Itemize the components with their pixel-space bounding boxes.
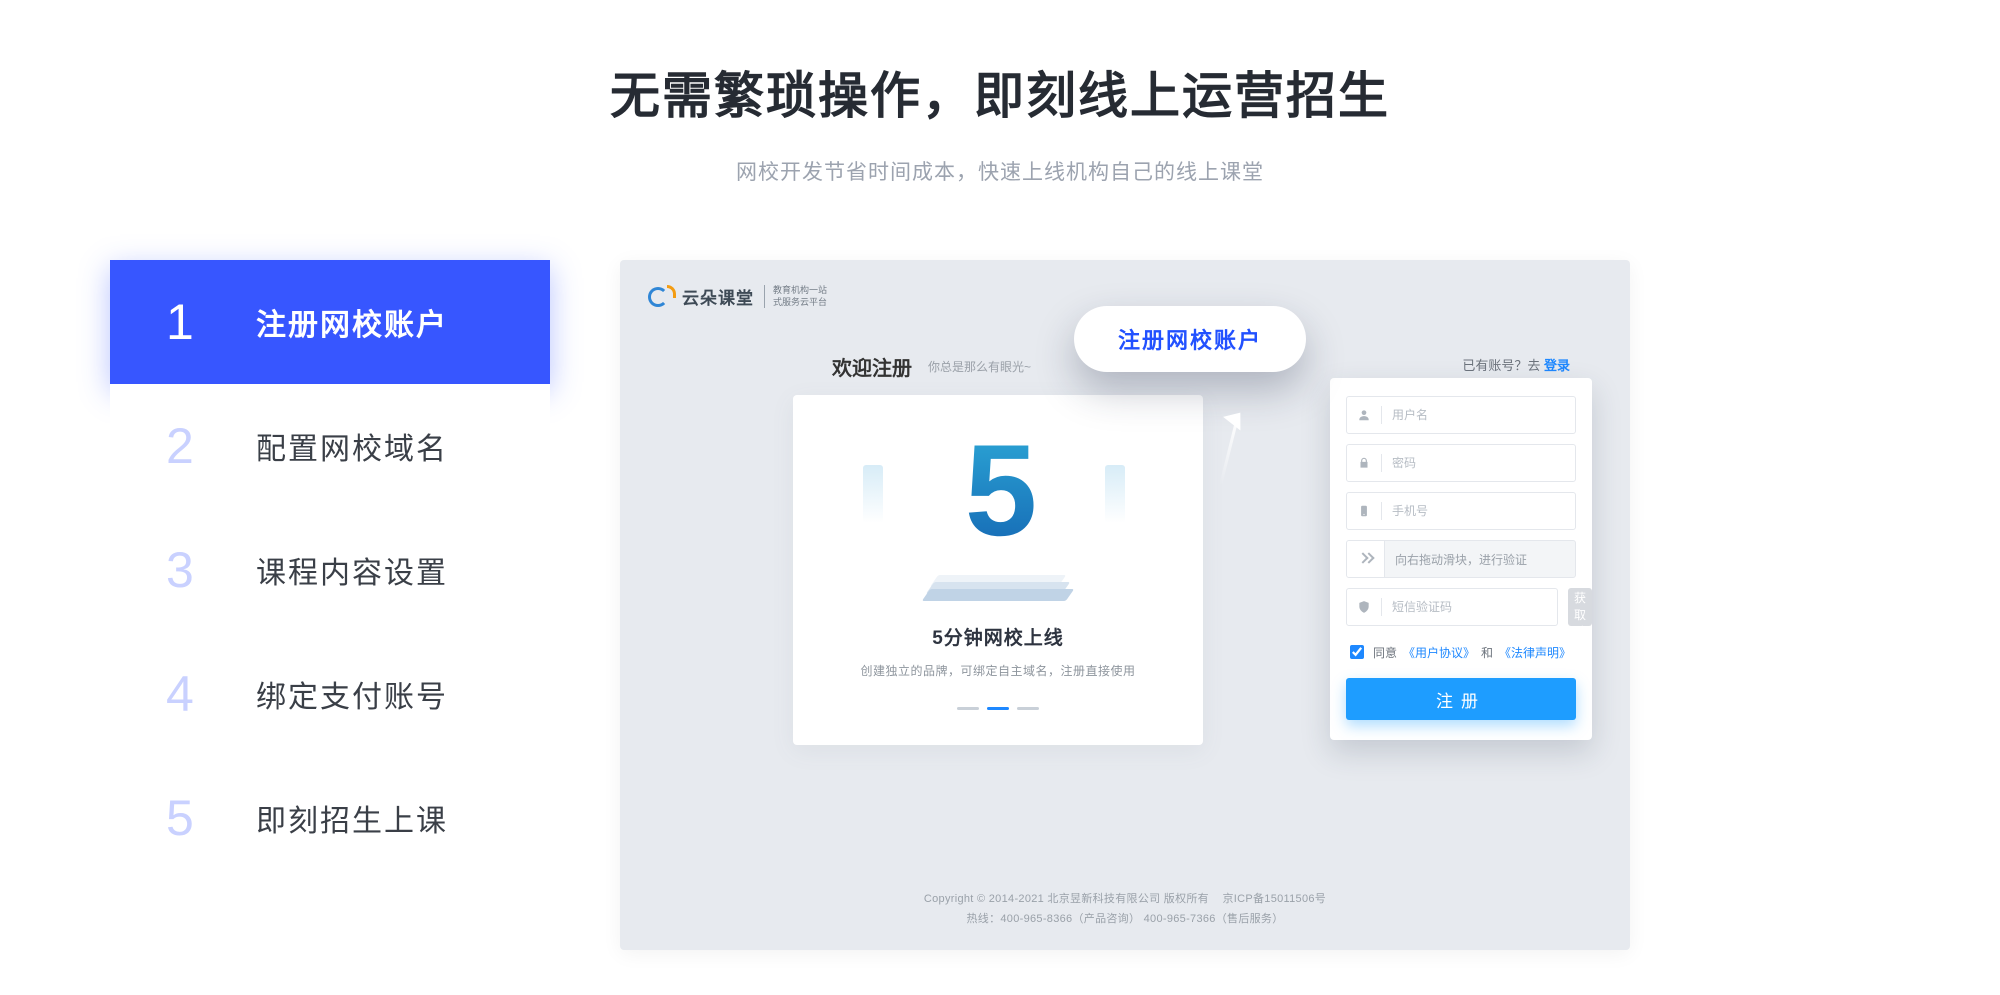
step-number: 1 <box>166 293 256 351</box>
promo-bar-right-icon <box>1105 465 1125 523</box>
logo-icon <box>648 287 676 307</box>
carousel-dots[interactable] <box>957 707 1039 710</box>
password-field-wrap[interactable] <box>1346 444 1576 482</box>
promo-desc: 创建独立的品牌，可绑定自主域名，注册直接使用 <box>860 662 1135 679</box>
promo-card: 5 5分钟网校上线 创建独立的品牌，可绑定自主域名，注册直接使用 <box>793 395 1203 745</box>
welcome-title: 欢迎注册 <box>832 352 912 381</box>
promo-stack-icon <box>928 580 1068 601</box>
step-register-account[interactable]: 1 注册网校账户 <box>110 260 550 384</box>
promo-glyph: 5 <box>923 425 1073 555</box>
step-number: 5 <box>166 789 256 847</box>
step-label: 配置网校域名 <box>256 424 448 468</box>
legal-statement-link[interactable]: 《法律声明》 <box>1499 644 1571 661</box>
user-agreement-link[interactable]: 《用户协议》 <box>1403 644 1475 661</box>
promo-illustration: 5 <box>923 425 1073 593</box>
login-link[interactable]: 登录 <box>1544 358 1570 373</box>
pointer-arrow-icon <box>1201 380 1265 488</box>
sms-field-wrap[interactable] <box>1346 588 1558 626</box>
promo-title: 5分钟网校上线 <box>932 623 1064 650</box>
step-start-enroll[interactable]: 5 即刻招生上课 <box>110 756 550 880</box>
agree-and: 和 <box>1481 644 1493 661</box>
have-account-prefix: 已有账号？去 <box>1462 358 1540 373</box>
step-number: 3 <box>166 541 256 599</box>
step-label: 课程内容设置 <box>256 548 448 592</box>
slider-hint: 向右拖动滑块，进行验证 <box>1385 551 1575 568</box>
promo-bar-left-icon <box>863 465 883 523</box>
step-label: 注册网校账户 <box>256 300 448 344</box>
agree-checkbox[interactable] <box>1350 645 1364 659</box>
page-title: 无需繁琐操作，即刻线上运营招生 <box>0 0 2000 128</box>
username-field-wrap[interactable] <box>1346 396 1576 434</box>
register-button[interactable]: 注册 <box>1346 678 1576 720</box>
phone-icon <box>1355 502 1373 520</box>
logo-subtitle: 教育机构一站 式服务云平台 <box>764 285 827 308</box>
agree-prefix: 同意 <box>1373 644 1397 661</box>
logo-text: 云朵课堂 <box>682 284 754 309</box>
username-input[interactable] <box>1390 407 1567 423</box>
step-configure-domain[interactable]: 2 配置网校域名 <box>110 384 550 508</box>
agree-row[interactable]: 同意 《用户协议》 和 《法律声明》 <box>1346 642 1576 662</box>
preview-footer: Copyright © 2014-2021 北京昱新科技有限公司 版权所有 京I… <box>620 890 1630 930</box>
step-course-content[interactable]: 3 课程内容设置 <box>110 508 550 632</box>
logo-sub-line1: 教育机构一站 <box>773 285 827 296</box>
step-label: 即刻招生上课 <box>256 796 448 840</box>
footer-hotline: 热线：400-965-8366（产品咨询） 400-965-7366（售后服务） <box>620 910 1630 930</box>
password-input[interactable] <box>1390 455 1567 471</box>
phone-field-wrap[interactable] <box>1346 492 1576 530</box>
shield-icon <box>1355 598 1373 616</box>
user-icon <box>1355 406 1373 424</box>
sms-input[interactable] <box>1390 599 1549 615</box>
tooltip-bubble: 注册网校账户 <box>1074 306 1306 372</box>
get-code-button[interactable]: 获取验证码 <box>1568 588 1592 626</box>
have-account-text: 已有账号？去 登录 <box>1462 355 1570 374</box>
footer-icp: 京ICP备15011506号 <box>1222 893 1326 905</box>
step-label: 绑定支付账号 <box>256 672 448 716</box>
step-number: 2 <box>166 417 256 475</box>
lock-icon <box>1355 454 1373 472</box>
step-number: 4 <box>166 665 256 723</box>
register-form: 向右拖动滑块，进行验证 获取验证码 同意 《用户协议》 <box>1330 378 1592 740</box>
footer-copyright: Copyright © 2014-2021 北京昱新科技有限公司 版权所有 <box>924 893 1209 905</box>
preview-header: 云朵课堂 教育机构一站 式服务云平台 <box>648 284 827 309</box>
phone-input[interactable] <box>1390 503 1567 519</box>
preview-panel: 云朵课堂 教育机构一站 式服务云平台 欢迎注册 你总是那么有眼光~ 已有账号？去… <box>620 260 1630 950</box>
welcome-subtitle: 你总是那么有眼光~ <box>928 358 1031 375</box>
preview-wrap: 云朵课堂 教育机构一站 式服务云平台 欢迎注册 你总是那么有眼光~ 已有账号？去… <box>620 260 1900 950</box>
step-list: 1 注册网校账户 2 配置网校域名 3 课程内容设置 4 绑定支付账号 5 即刻… <box>110 260 550 880</box>
captcha-slider[interactable]: 向右拖动滑块，进行验证 <box>1346 540 1576 578</box>
main-row: 1 注册网校账户 2 配置网校域名 3 课程内容设置 4 绑定支付账号 5 即刻… <box>0 260 2000 950</box>
page-subtitle: 网校开发节省时间成本，快速上线机构自己的线上课堂 <box>0 156 2000 186</box>
step-bind-payment[interactable]: 4 绑定支付账号 <box>110 632 550 756</box>
slider-grip-icon[interactable] <box>1347 541 1385 577</box>
logo-sub-line2: 式服务云平台 <box>773 297 827 308</box>
